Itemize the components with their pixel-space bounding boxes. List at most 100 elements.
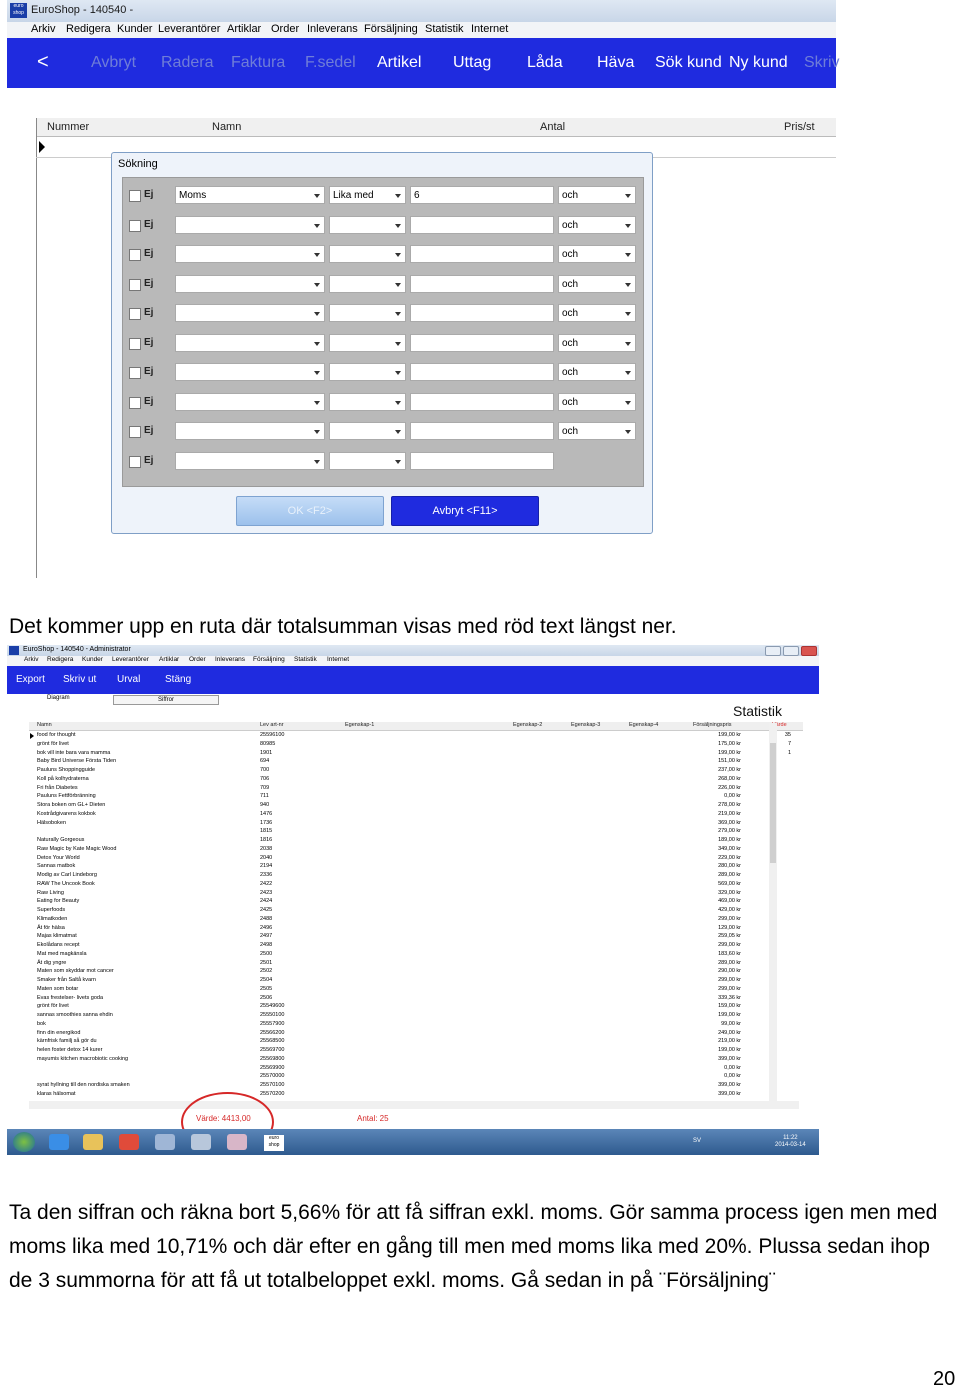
field-dropdown[interactable]: [175, 451, 325, 470]
not-checkbox[interactable]: [129, 455, 141, 468]
table-row[interactable]: kärnfrisk familj så gör du 25568500 219,00…: [29, 1037, 803, 1046]
field-dropdown[interactable]: [175, 215, 325, 234]
table-row[interactable]: mayumis kitchen macrobiotic cooking 25569…: [29, 1055, 803, 1064]
toolbar-skriv-button[interactable]: Skriv: [804, 54, 840, 72]
table-row[interactable]: Ät för hälsa 2496 129,00 kr: [29, 924, 803, 933]
table-row[interactable]: Naturally Gorgeous 1816 189,00 kr: [29, 836, 803, 845]
folder-icon[interactable]: [83, 1134, 103, 1150]
value-input[interactable]: [410, 451, 554, 470]
table-row[interactable]: Maten som botar 2505 299,00 kr: [29, 985, 803, 994]
toolbar-artikel-button[interactable]: Artikel: [377, 54, 421, 72]
tab-siffror[interactable]: Siffror: [113, 695, 219, 705]
menu-item[interactable]: Redigera: [47, 656, 73, 663]
table-row[interactable]: Kostrådgivarens kokbok 1476 219,00 kr: [29, 810, 803, 819]
menu-item[interactable]: Redigera: [66, 23, 111, 35]
field-dropdown[interactable]: [175, 274, 325, 293]
table-row[interactable]: helen foster detox 14 kurer 25569700 199,0…: [29, 1046, 803, 1055]
field-dropdown[interactable]: [175, 422, 325, 440]
value-input[interactable]: [410, 274, 554, 293]
field-dropdown[interactable]: [175, 363, 325, 381]
not-checkbox[interactable]: [129, 308, 141, 320]
toolbar-radera-button[interactable]: Radera: [161, 54, 213, 72]
menu-item[interactable]: Leverantörer: [112, 656, 149, 663]
menu-item[interactable]: Internet: [471, 23, 508, 35]
table-row[interactable]: Majas klimatmat 2497 259,05 kr: [29, 932, 803, 941]
connector-dropdown[interactable]: och: [558, 392, 636, 411]
table-row[interactable]: Koll på kolhydraterna 706 268,00 kr: [29, 775, 803, 784]
back-button[interactable]: <: [37, 51, 49, 74]
operator-dropdown[interactable]: [329, 451, 406, 470]
table-row[interactable]: Raw Magic by Kate Magic Wood 2038 349,00 k…: [29, 845, 803, 854]
connector-dropdown[interactable]: och: [558, 422, 636, 440]
app-icon[interactable]: [227, 1134, 247, 1150]
table-row[interactable]: Detox Your World 2040 229,00 kr: [29, 854, 803, 863]
menu-item[interactable]: Arkiv: [24, 656, 38, 663]
table-row[interactable]: bok 25557900 99,00 kr: [29, 1020, 803, 1029]
value-input[interactable]: [410, 333, 554, 352]
table-row[interactable]: Pauluns Shoppingguide 700 237,00 kr: [29, 766, 803, 775]
field-dropdown[interactable]: Moms: [175, 186, 325, 204]
operator-dropdown[interactable]: [329, 422, 406, 440]
value-input[interactable]: [410, 215, 554, 234]
table-row[interactable]: Fri från Diabetes 709 226,00 kr: [29, 784, 803, 793]
operator-dropdown[interactable]: Lika med: [329, 186, 406, 204]
maximize-icon[interactable]: [783, 646, 799, 656]
table-row[interactable]: finn din energikod 25566200 249,00 kr: [29, 1029, 803, 1038]
operator-dropdown[interactable]: [329, 304, 406, 322]
vertical-scrollbar[interactable]: [769, 723, 777, 1109]
table-row[interactable]: 25570000 0,00 kr: [29, 1072, 803, 1081]
selection-button[interactable]: Urval: [117, 674, 140, 685]
euroshop-taskbar-icon[interactable]: euro shop: [264, 1135, 284, 1151]
connector-dropdown[interactable]: och: [558, 186, 636, 204]
table-row[interactable]: RAW The Uncook Book 2422 569,00 kr: [29, 880, 803, 889]
table-row[interactable]: Ät dig yngre 2501 289,00 kr: [29, 959, 803, 968]
not-checkbox[interactable]: [129, 190, 141, 202]
field-dropdown[interactable]: [175, 245, 325, 263]
table-row[interactable]: Superfoods 2425 429,00 kr: [29, 906, 803, 915]
app-icon[interactable]: [155, 1134, 175, 1150]
menu-item[interactable]: Internet: [327, 656, 349, 663]
menu-item[interactable]: Leverantörer: [158, 23, 220, 35]
connector-dropdown[interactable]: och: [558, 245, 636, 263]
menu-item[interactable]: Arkiv: [31, 23, 55, 35]
ie-icon[interactable]: [49, 1134, 69, 1150]
cancel-button[interactable]: Avbryt <F11>: [391, 496, 539, 526]
tab-diagram[interactable]: Diagram: [47, 695, 70, 701]
export-button[interactable]: Export: [16, 674, 45, 685]
menu-item[interactable]: Försäljning: [364, 23, 418, 35]
value-input[interactable]: [410, 422, 554, 440]
table-row[interactable]: Ekolådans recept 2498 299,00 kr: [29, 941, 803, 950]
scrollbar-thumb[interactable]: [770, 743, 776, 863]
table-row[interactable]: Pauluns Fettförbränning 711 0,00 kr: [29, 792, 803, 801]
operator-dropdown[interactable]: [329, 392, 406, 411]
field-dropdown[interactable]: [175, 304, 325, 322]
table-row[interactable]: Raw Living 2423 329,00 kr: [29, 889, 803, 898]
table-row[interactable]: Sannas matbok 2194 280,00 kr: [29, 862, 803, 871]
table-row[interactable]: Klimatkoden 2488 299,00 kr: [29, 915, 803, 924]
not-checkbox[interactable]: [129, 367, 141, 379]
table-row[interactable]: syrat hyllning till den nordiska smaken 2…: [29, 1081, 803, 1090]
toolbar-ny-kund-button[interactable]: Ny kund: [729, 54, 788, 72]
connector-dropdown[interactable]: och: [558, 363, 636, 381]
language-indicator[interactable]: SV: [693, 1138, 701, 1144]
value-input[interactable]: [410, 392, 554, 411]
start-icon[interactable]: [13, 1132, 35, 1152]
close-button[interactable]: Stäng: [165, 674, 191, 685]
app-icon[interactable]: [191, 1134, 211, 1150]
table-row[interactable]: Eating for Beauty 2424 469,00 kr: [29, 897, 803, 906]
menu-item[interactable]: Artiklar: [159, 656, 179, 663]
operator-dropdown[interactable]: [329, 245, 406, 263]
table-row[interactable]: Stora boken om GL+ Dieten 940 278,00 kr: [29, 801, 803, 810]
connector-dropdown[interactable]: och: [558, 215, 636, 234]
table-row[interactable]: 1815 279,00 kr: [29, 827, 803, 836]
menu-item[interactable]: Statistik: [294, 656, 317, 663]
menu-item[interactable]: Artiklar: [227, 23, 261, 35]
toolbar-sok-kund-button[interactable]: Sök kund: [655, 54, 722, 72]
close-icon[interactable]: [801, 646, 817, 656]
table-row[interactable]: bok vill inte bara vara mamma 1901 199,00 …: [29, 749, 803, 758]
value-input[interactable]: [410, 304, 554, 322]
table-row[interactable]: Evas frestelser- livets goda 2506 339,36 k…: [29, 994, 803, 1003]
value-input[interactable]: 6: [410, 186, 554, 204]
field-dropdown[interactable]: [175, 392, 325, 411]
table-row[interactable]: Maten som skyddar mot cancer 2502 290,00 k…: [29, 967, 803, 976]
